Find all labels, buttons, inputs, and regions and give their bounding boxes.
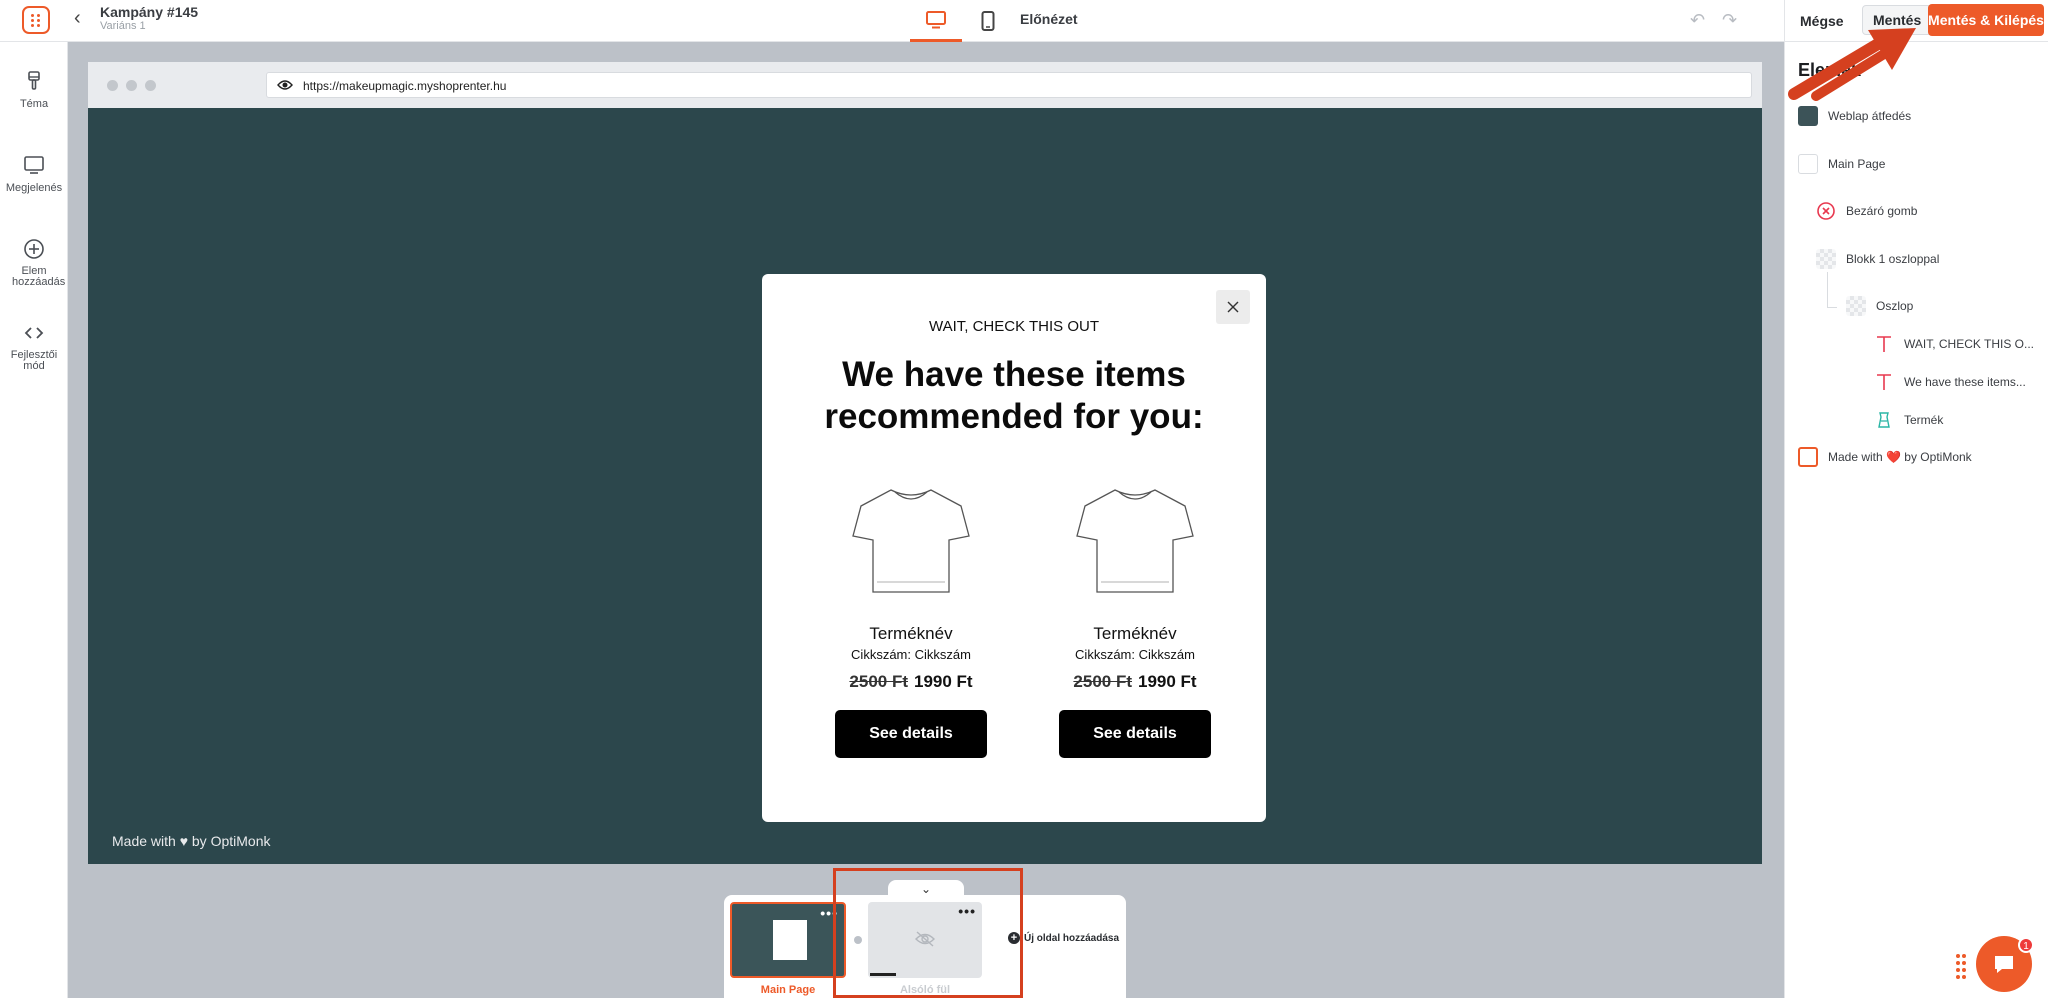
mobile-device-button[interactable] <box>962 0 1014 42</box>
save-and-exit-button[interactable]: Mentés & Kilépés <box>1928 4 2044 36</box>
code-icon <box>24 327 44 339</box>
text-icon <box>1877 336 1891 352</box>
old-price: 2500 Ft <box>849 672 908 691</box>
layer-item-product[interactable]: Termék <box>1874 410 1943 430</box>
chat-icon <box>1995 956 2013 973</box>
tshirt-image <box>1076 489 1194 593</box>
see-details-button[interactable]: See details <box>835 710 987 758</box>
top-bar: ‹ Kampány #145 Variáns 1 Előnézet ↶ ↷ Mé… <box>0 0 2048 42</box>
mobile-icon <box>981 11 995 31</box>
product-card[interactable]: Terméknév Cikkszám: Cikkszám 2500 Ft 1990… <box>826 484 996 758</box>
browser-toolbar: https://makeupmagic.myshoprenter.hu <box>88 62 1762 108</box>
made-with-optimonk-badge[interactable]: Made with ♥ by OptiMonk <box>112 833 270 849</box>
page-thumbnail-main[interactable]: ••• <box>730 902 846 978</box>
url-text: https://makeupmagic.myshoprenter.hu <box>303 79 507 93</box>
url-bar: https://makeupmagic.myshoprenter.hu <box>266 72 1752 98</box>
redo-icon[interactable]: ↷ <box>1722 10 1737 31</box>
sidebar-item-label: Fejlesztői mód <box>10 349 58 372</box>
popup-headline[interactable]: We have these items recommended for you: <box>762 354 1266 438</box>
layer-label: Blokk 1 oszloppal <box>1846 252 1940 266</box>
sidebar-item-developer-mode[interactable]: Fejlesztői mód <box>0 322 68 372</box>
add-circle-icon <box>24 239 44 259</box>
page-label-main[interactable]: Main Page <box>730 984 846 996</box>
layer-item-main-page[interactable]: Main Page <box>1798 154 1885 174</box>
layer-item-block[interactable]: Blokk 1 oszloppal <box>1816 249 1939 269</box>
product-name: Terméknév <box>869 624 953 643</box>
product-price: 2500 Ft 1990 Ft <box>1050 672 1220 692</box>
monitor-icon <box>24 156 44 174</box>
popup-subheadline[interactable]: WAIT, CHECK THIS OUT <box>762 318 1266 335</box>
sidebar-item-label: Téma <box>19 98 49 110</box>
layer-item-optimonk-badge[interactable]: Made with ❤️ by OptiMonk <box>1798 447 1972 467</box>
new-price: 1990 Ft <box>914 672 973 691</box>
annotation-highlight-box <box>833 868 1023 998</box>
desktop-icon <box>926 10 946 28</box>
preview-button[interactable]: Előnézet <box>1020 11 1078 27</box>
popup-mini-preview <box>773 920 807 960</box>
layer-item-column[interactable]: Oszlop <box>1846 296 1913 316</box>
window-dot <box>126 80 137 91</box>
grid-dots-icon[interactable] <box>1956 954 1966 980</box>
layer-label: Oszlop <box>1876 299 1914 313</box>
close-icon <box>1227 301 1239 313</box>
elements-panel <box>1784 42 2048 998</box>
optimonk-icon <box>1798 447 1818 467</box>
layer-label: Termék <box>1904 413 1944 427</box>
window-dot <box>145 80 156 91</box>
add-page-button[interactable]: + Új oldal hozzáadása <box>1008 932 1119 944</box>
sidebar-item-theme[interactable]: Téma <box>0 70 68 110</box>
back-arrow-icon[interactable]: ‹ <box>74 8 94 28</box>
layer-item-overlay[interactable]: Weblap átfedés <box>1798 106 1911 126</box>
product-price: 2500 Ft 1990 Ft <box>826 672 996 692</box>
old-price: 2500 Ft <box>1073 672 1132 691</box>
checker-icon <box>1816 249 1836 269</box>
close-circle-icon <box>1817 202 1835 220</box>
sidebar-item-appearance[interactable]: Megjelenés <box>0 154 68 194</box>
color-swatch <box>1798 106 1818 126</box>
layer-item-text[interactable]: WAIT, CHECK THIS O... <box>1874 334 2034 354</box>
variant-name: Variáns 1 <box>100 20 146 32</box>
layer-item-text[interactable]: We have these items... <box>1874 372 2026 392</box>
undo-icon[interactable]: ↶ <box>1690 10 1705 31</box>
sidebar-item-add-element[interactable]: Elem hozzáadás <box>0 238 68 288</box>
layer-label: WAIT, CHECK THIS O... <box>1904 337 2035 351</box>
annotation-arrow <box>1788 28 1916 101</box>
campaign-title: Kampány #145 <box>100 4 199 20</box>
sidebar-item-label: Megjelenés <box>5 182 63 194</box>
desktop-device-button[interactable] <box>910 0 962 42</box>
product-card[interactable]: Terméknév Cikkszám: Cikkszám 2500 Ft 1990… <box>1050 484 1220 758</box>
window-dot <box>107 80 118 91</box>
layer-label: We have these items... <box>1904 375 2026 389</box>
text-icon <box>1877 374 1891 390</box>
add-page-label: Új oldal hozzáadása <box>1024 933 1120 944</box>
new-price: 1990 Ft <box>1138 672 1197 691</box>
product-icon <box>1878 412 1890 428</box>
layer-label: Made with ❤️ by OptiMonk <box>1828 450 1972 464</box>
layer-item-close-button[interactable]: Bezáró gomb <box>1816 201 1917 221</box>
product-name: Terméknév <box>1093 624 1177 643</box>
brush-icon <box>28 71 40 90</box>
layer-label: Main Page <box>1828 157 1886 171</box>
tree-connector <box>1827 272 1837 308</box>
notification-badge: 1 <box>2018 937 2034 953</box>
eye-icon <box>277 80 293 90</box>
sidebar-item-label: Elem hozzáadás <box>12 265 66 288</box>
product-sku: Cikkszám: Cikkszám <box>1075 647 1195 662</box>
product-sku: Cikkszám: Cikkszám <box>851 647 971 662</box>
see-details-button[interactable]: See details <box>1059 710 1211 758</box>
checker-icon <box>1846 296 1866 316</box>
popup[interactable]: WAIT, CHECK THIS OUT We have these items… <box>762 274 1266 822</box>
color-swatch <box>1798 154 1818 174</box>
optimonk-logo-icon[interactable] <box>22 6 50 34</box>
tshirt-image <box>852 489 970 593</box>
browser-preview: https://makeupmagic.myshoprenter.hu WAIT… <box>88 62 1762 864</box>
layer-label: Weblap átfedés <box>1828 109 1912 123</box>
layer-label: Bezáró gomb <box>1846 204 1918 218</box>
left-sidebar: Téma Megjelenés Elem hozzáadás Fejlesztő… <box>0 42 68 998</box>
